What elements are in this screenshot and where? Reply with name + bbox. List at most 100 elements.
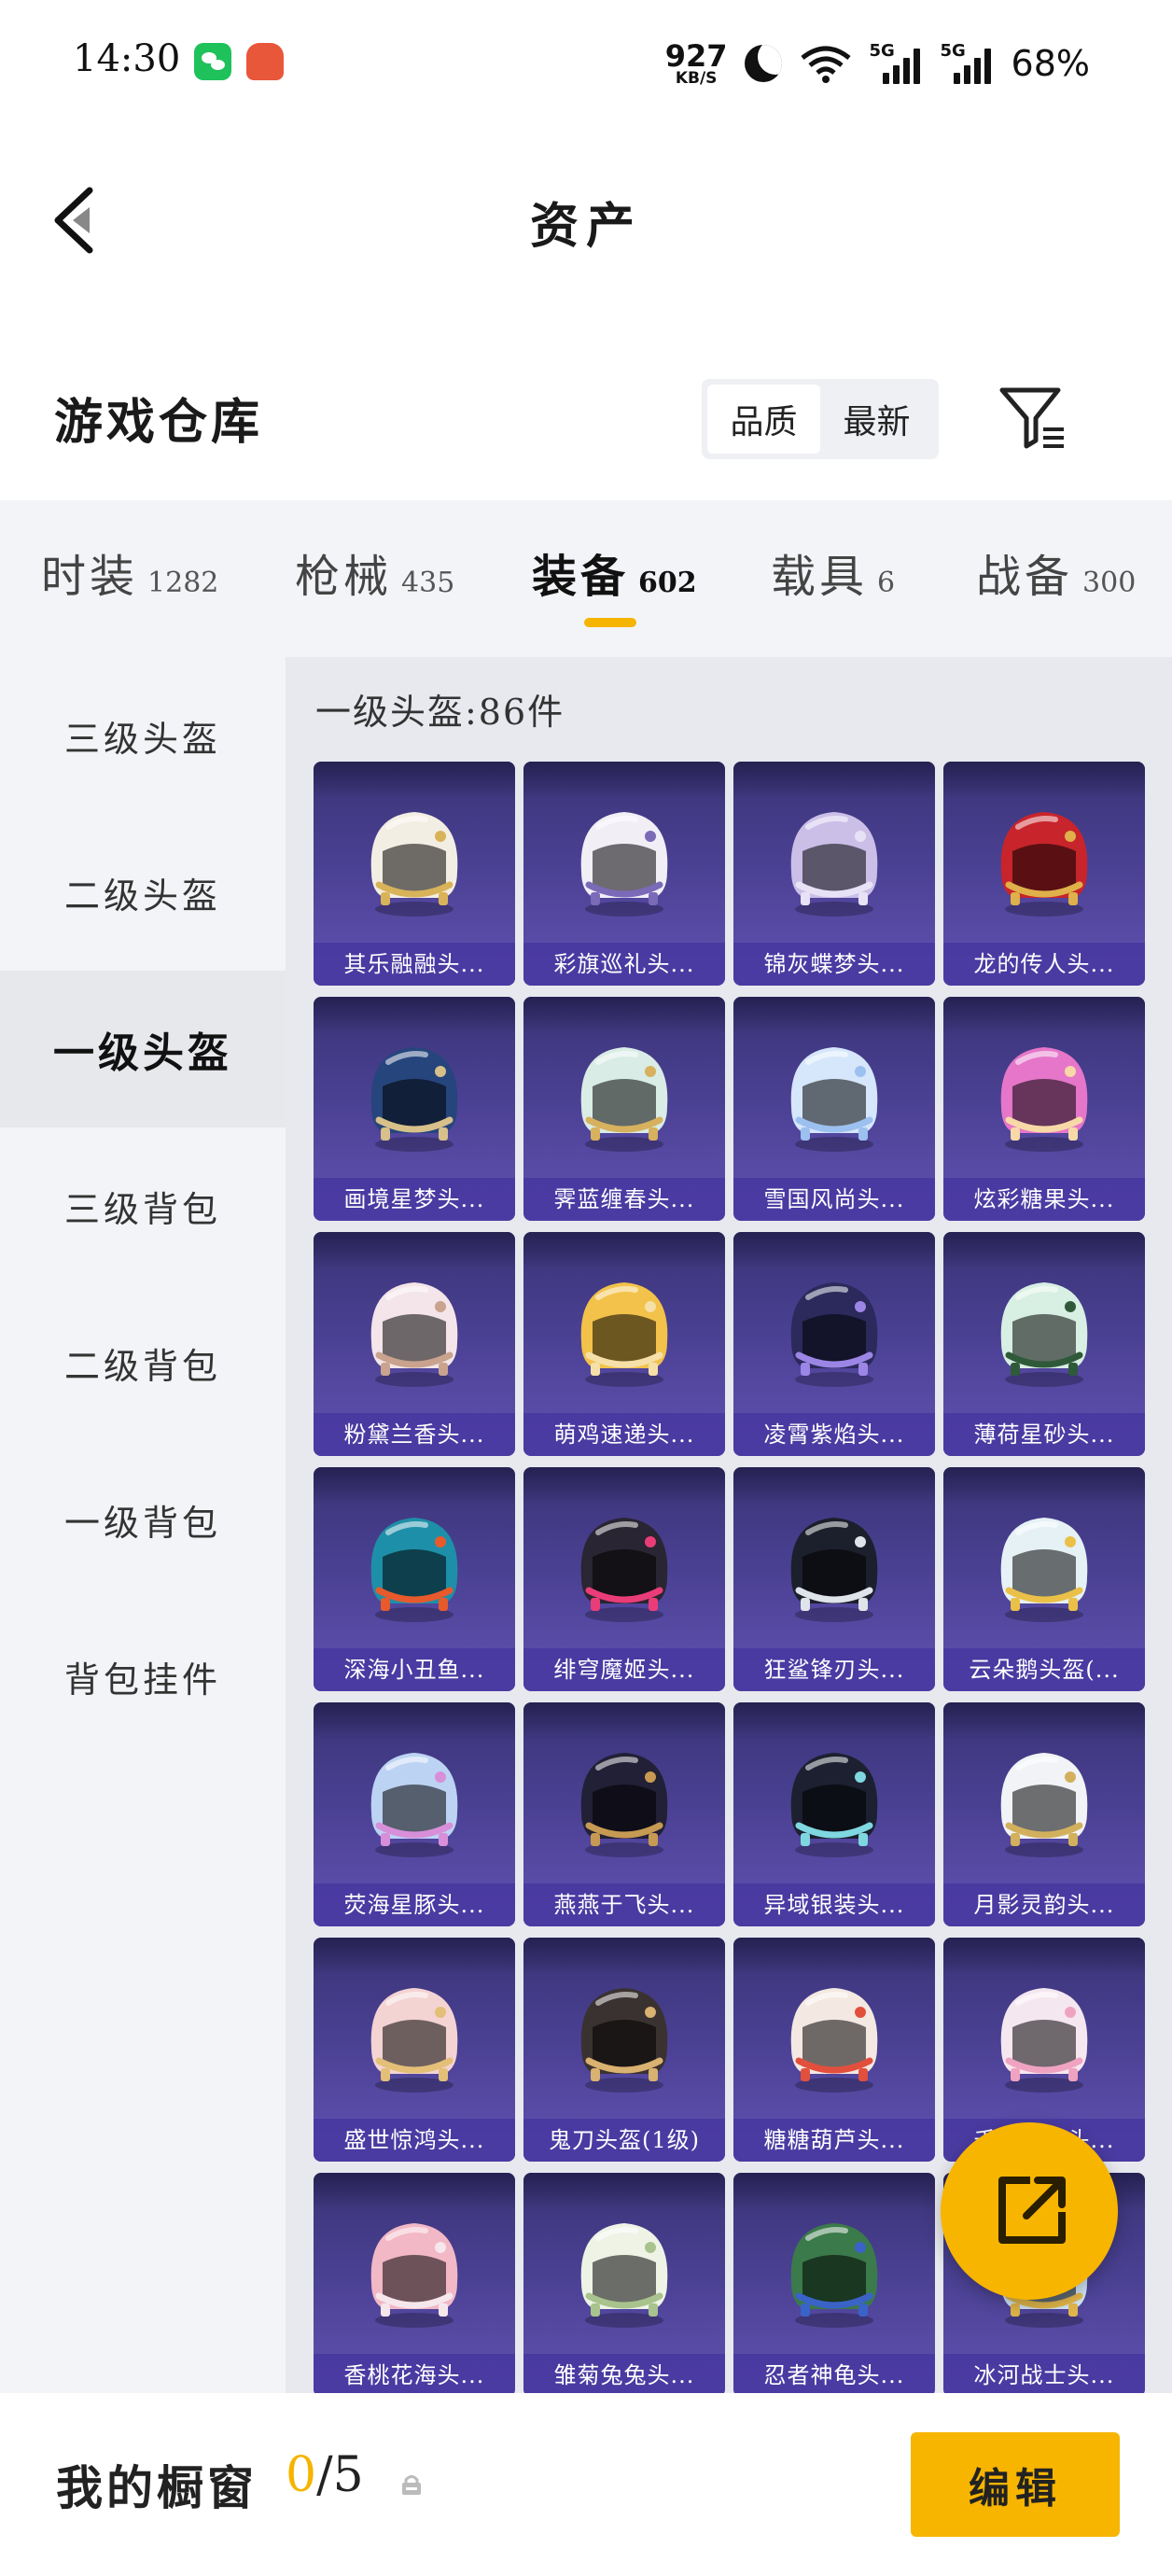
showcase-count: 0/5 <box>286 2447 364 2503</box>
helmet-icon <box>790 812 878 917</box>
helmet-icon <box>370 1047 458 1152</box>
item-card[interactable]: 锦灰蝶梦头... <box>733 762 935 986</box>
item-name: 忍者神龟头... <box>733 2354 935 2393</box>
item-card[interactable]: 深海小丑鱼... <box>314 1467 515 1691</box>
tab-supplies[interactable]: 战备 300 <box>976 539 1136 605</box>
item-card[interactable]: 云朵鹅头盔(... <box>943 1467 1145 1691</box>
signal-5g-icon-1: 5G <box>869 41 924 84</box>
item-name: 香桃花海头... <box>314 2354 515 2393</box>
item-name: 薄荷星砂头... <box>943 1413 1145 1456</box>
edit-button[interactable]: 编辑 <box>911 2432 1120 2537</box>
item-card[interactable]: 画境星梦头... <box>314 997 515 1221</box>
battery-level: 68% <box>1011 43 1090 84</box>
item-name: 炫彩糖果头... <box>943 1178 1145 1221</box>
status-bar: 14:30 927 KB/S 5G 5G 68% <box>0 0 1172 131</box>
tab-count: 1282 <box>147 567 219 599</box>
filter-button[interactable] <box>997 383 1067 454</box>
helmet-icon <box>790 2223 878 2328</box>
sidebar-item-backpack-charm[interactable]: 背包挂件 <box>0 1598 286 1755</box>
helmet-icon <box>580 1518 668 1622</box>
helmet-icon <box>370 812 458 917</box>
helmet-icon <box>580 1047 668 1152</box>
helmet-icon <box>580 1988 668 2093</box>
tab-label: 载具 <box>771 551 869 603</box>
item-card[interactable]: 龙的传人头... <box>943 762 1145 986</box>
helmet-icon <box>580 1753 668 1857</box>
sidebar-item-level2-backpack[interactable]: 二级背包 <box>0 1284 286 1441</box>
item-card[interactable]: 其乐融融头... <box>314 762 515 986</box>
item-name: 冰河战士头... <box>943 2354 1145 2393</box>
item-card[interactable]: 香桃花海头... <box>314 2173 515 2393</box>
network-speed-unit: KB/S <box>675 68 718 88</box>
warehouse-title: 游戏仓库 <box>54 394 264 451</box>
helmet-icon <box>1000 1988 1088 2093</box>
sort-by-quality[interactable]: 品质 <box>707 385 820 454</box>
filter-icon <box>999 387 1064 449</box>
item-card[interactable]: 盛世惊鸿头... <box>314 1938 515 2162</box>
tab-vehicles[interactable]: 载具 6 <box>771 539 895 605</box>
item-card[interactable]: 绯穹魔姬头... <box>523 1467 725 1691</box>
signal-label: 5G <box>940 41 966 61</box>
helmet-icon <box>790 1518 878 1622</box>
sidebar-item-level1-backpack[interactable]: 一级背包 <box>0 1441 286 1598</box>
item-name: 异域银装头... <box>733 1883 935 1926</box>
sidebar-item-level1-helmet[interactable]: 一级头盔 <box>0 971 286 1127</box>
tab-fashion[interactable]: 时装 1282 <box>41 539 218 605</box>
tab-label: 时装 <box>41 551 139 603</box>
item-card[interactable]: 狂鲨锋刃头... <box>733 1467 935 1691</box>
item-name: 其乐融融头... <box>314 943 515 986</box>
sidebar-item-level3-backpack[interactable]: 三级背包 <box>0 1127 286 1284</box>
item-card[interactable]: 荧海星豚头... <box>314 1702 515 1926</box>
item-card[interactable]: 鬼刀头盔(1级) <box>523 1938 725 2162</box>
item-name: 鬼刀头盔(1级) <box>523 2119 725 2162</box>
do-not-disturb-icon <box>744 45 782 82</box>
item-card[interactable]: 炫彩糖果头... <box>943 997 1145 1221</box>
item-name: 萌鸡速递头... <box>523 1413 725 1456</box>
item-card[interactable]: 异域银装头... <box>733 1702 935 1926</box>
item-card[interactable]: 忍者神龟头... <box>733 2173 935 2393</box>
wechat-notification-icon <box>194 43 231 80</box>
item-card[interactable]: 凌霄紫焰头... <box>733 1232 935 1456</box>
tab-weapons[interactable]: 枪械 435 <box>295 539 454 605</box>
showcase-label: 我的橱窗 <box>56 2460 258 2515</box>
item-name: 糖糖葫芦头... <box>733 2119 935 2162</box>
tab-equipment[interactable]: 装备 602 <box>532 539 697 605</box>
share-external-icon <box>998 2177 1066 2244</box>
signal-5g-icon-2: 5G <box>940 41 995 84</box>
network-speed-value: 927 <box>664 37 728 74</box>
item-card[interactable]: 糖糖葫芦头... <box>733 1938 935 2162</box>
helmet-icon <box>370 1518 458 1622</box>
item-name: 盛世惊鸿头... <box>314 2119 515 2162</box>
item-card[interactable]: 彩旗巡礼头... <box>523 762 725 986</box>
helmet-icon <box>790 1047 878 1152</box>
helmet-icon <box>790 1282 878 1387</box>
item-card[interactable]: 霁蓝缠春头... <box>523 997 725 1221</box>
item-card[interactable]: 雏菊兔兔头... <box>523 2173 725 2393</box>
signal-label: 5G <box>869 41 895 61</box>
item-name: 凌霄紫焰头... <box>733 1413 935 1456</box>
item-card[interactable]: 薄荷星砂头... <box>943 1232 1145 1456</box>
helmet-icon <box>790 1753 878 1857</box>
sidebar-item-level3-helmet[interactable]: 三级头盔 <box>0 657 286 814</box>
status-time: 14:30 <box>73 37 181 80</box>
item-name: 彩旗巡礼头... <box>523 943 725 986</box>
item-card[interactable]: 月影灵韵头... <box>943 1702 1145 1926</box>
game-notification-icon <box>246 43 284 80</box>
wifi-icon <box>799 45 853 83</box>
item-card[interactable]: 粉黛兰香头... <box>314 1232 515 1456</box>
helmet-icon <box>370 1988 458 2093</box>
item-name: 荧海星豚头... <box>314 1883 515 1926</box>
share-button[interactable] <box>941 2122 1118 2300</box>
item-card[interactable]: 雪国风尚头... <box>733 997 935 1221</box>
sidebar-item-level2-helmet[interactable]: 二级头盔 <box>0 814 286 971</box>
item-card[interactable]: 燕燕于飞头... <box>523 1702 725 1926</box>
sort-by-latest[interactable]: 最新 <box>820 385 933 454</box>
sort-toggle: 品质 最新 <box>702 379 939 459</box>
item-name: 绯穹魔姬头... <box>523 1648 725 1691</box>
helmet-icon <box>1000 812 1088 917</box>
item-name: 霁蓝缠春头... <box>523 1178 725 1221</box>
helmet-icon <box>370 2223 458 2328</box>
item-card[interactable]: 萌鸡速递头... <box>523 1232 725 1456</box>
lock-icon <box>402 2475 421 2495</box>
helmet-icon <box>790 1988 878 2093</box>
